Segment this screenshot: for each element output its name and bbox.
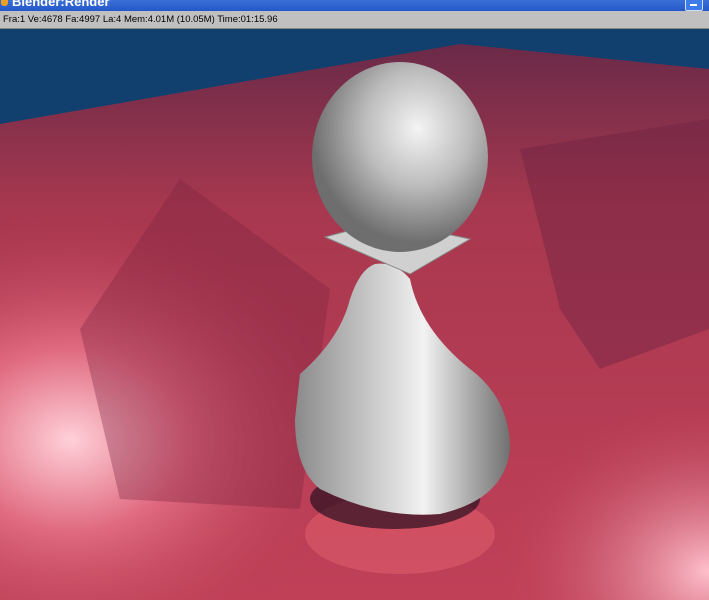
minimize-button[interactable] (685, 0, 703, 11)
render-image (0, 29, 709, 600)
render-status-bar: Fra:1 Ve:4678 Fa:4997 La:4 Mem:4.01M (10… (0, 11, 709, 29)
pawn-head (312, 62, 488, 252)
render-stats: Fra:1 Ve:4678 Fa:4997 La:4 Mem:4.01M (10… (3, 14, 278, 25)
title-bar[interactable]: Blender:Render (0, 0, 709, 11)
window-title: Blender:Render (12, 0, 110, 9)
blender-app-icon (1, 0, 8, 6)
